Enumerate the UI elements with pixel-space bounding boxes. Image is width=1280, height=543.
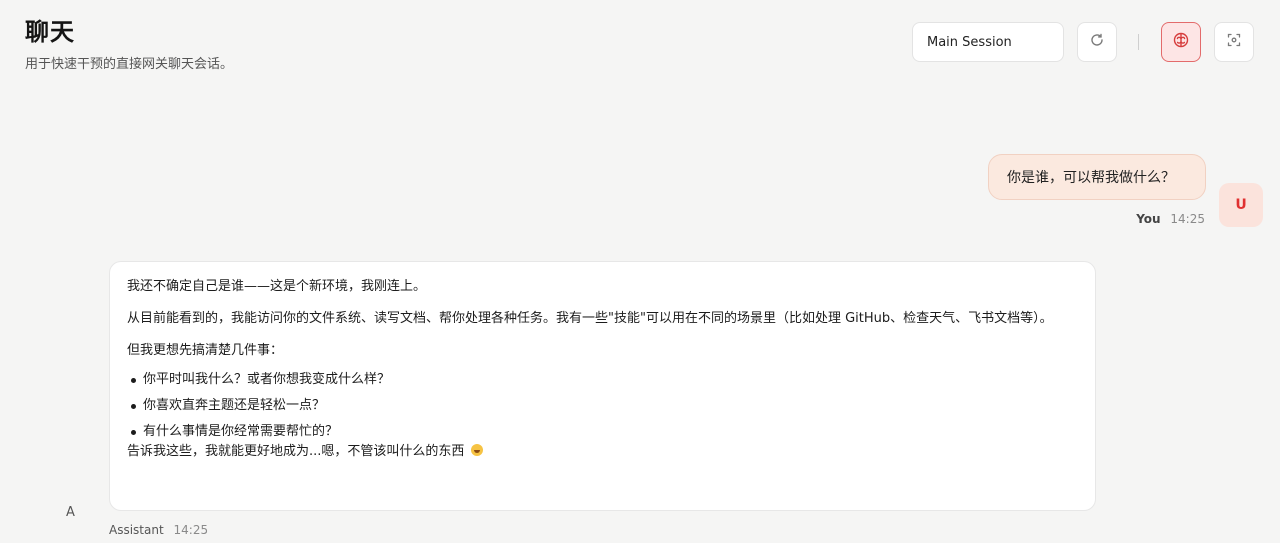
user-message-meta: You 14:25: [1136, 212, 1205, 226]
list-item: 你平时叫我什么？或者你想我变成什么样？: [127, 370, 1077, 390]
user-message-text: 你是谁，可以帮我做什么？: [1007, 170, 1175, 186]
page-title: 聊天: [25, 18, 75, 46]
assistant-message-meta: Assistant 14:25: [109, 523, 208, 537]
assistant-avatar: A: [66, 505, 75, 520]
toolbar-divider: [1138, 34, 1139, 50]
assistant-sender-name: Assistant: [109, 523, 164, 537]
session-select[interactable]: Main Session: [912, 22, 1064, 62]
assistant-closing: 告诉我这些，我就能更好地成为...嗯，不管该叫什么的东西: [127, 442, 1077, 462]
list-item: 你喜欢直奔主题还是轻松一点？: [127, 396, 1077, 416]
user-avatar: U: [1219, 183, 1263, 227]
user-sender-name: You: [1136, 212, 1161, 226]
refresh-button[interactable]: [1077, 22, 1117, 62]
assistant-message-time: 14:25: [173, 523, 209, 537]
thinking-toggle-button[interactable]: [1161, 22, 1201, 62]
grinning-face-emoji-icon: [470, 444, 483, 456]
list-item: 有什么事情是你经常需要帮忙的？: [127, 422, 1077, 442]
chat-page: 聊天 用于快速干预的直接网关聊天会话。 Main Session 你是谁，可以帮…: [0, 0, 1280, 543]
assistant-bullet-list: 你平时叫我什么？或者你想我变成什么样？ 你喜欢直奔主题还是轻松一点？ 有什么事情…: [127, 370, 1077, 442]
user-message-time: 14:25: [1170, 212, 1205, 226]
page-subtitle: 用于快速干预的直接网关聊天会话。: [25, 57, 234, 72]
user-message-bubble: 你是谁，可以帮我做什么？: [988, 154, 1206, 200]
chat-toolbar: Main Session: [912, 21, 1254, 63]
focus-icon: [1226, 32, 1242, 52]
brain-icon: [1172, 31, 1190, 53]
assistant-closing-text: 告诉我这些，我就能更好地成为...嗯，不管该叫什么的东西: [127, 444, 465, 459]
assistant-message-bubble: 我还不确定自己是谁——这是个新环境，我刚连上。 从目前能看到的，我能访问你的文件…: [109, 261, 1096, 511]
focus-mode-button[interactable]: [1214, 22, 1254, 62]
assistant-paragraph: 但我更想先搞清楚几件事：: [127, 343, 284, 358]
assistant-paragraph: 从目前能看到的，我能访问你的文件系统、读写文档、帮你处理各种任务。我有一些"技能…: [127, 311, 1053, 326]
assistant-paragraph: 我还不确定自己是谁——这是个新环境，我刚连上。: [127, 279, 427, 294]
refresh-icon: [1089, 32, 1105, 52]
